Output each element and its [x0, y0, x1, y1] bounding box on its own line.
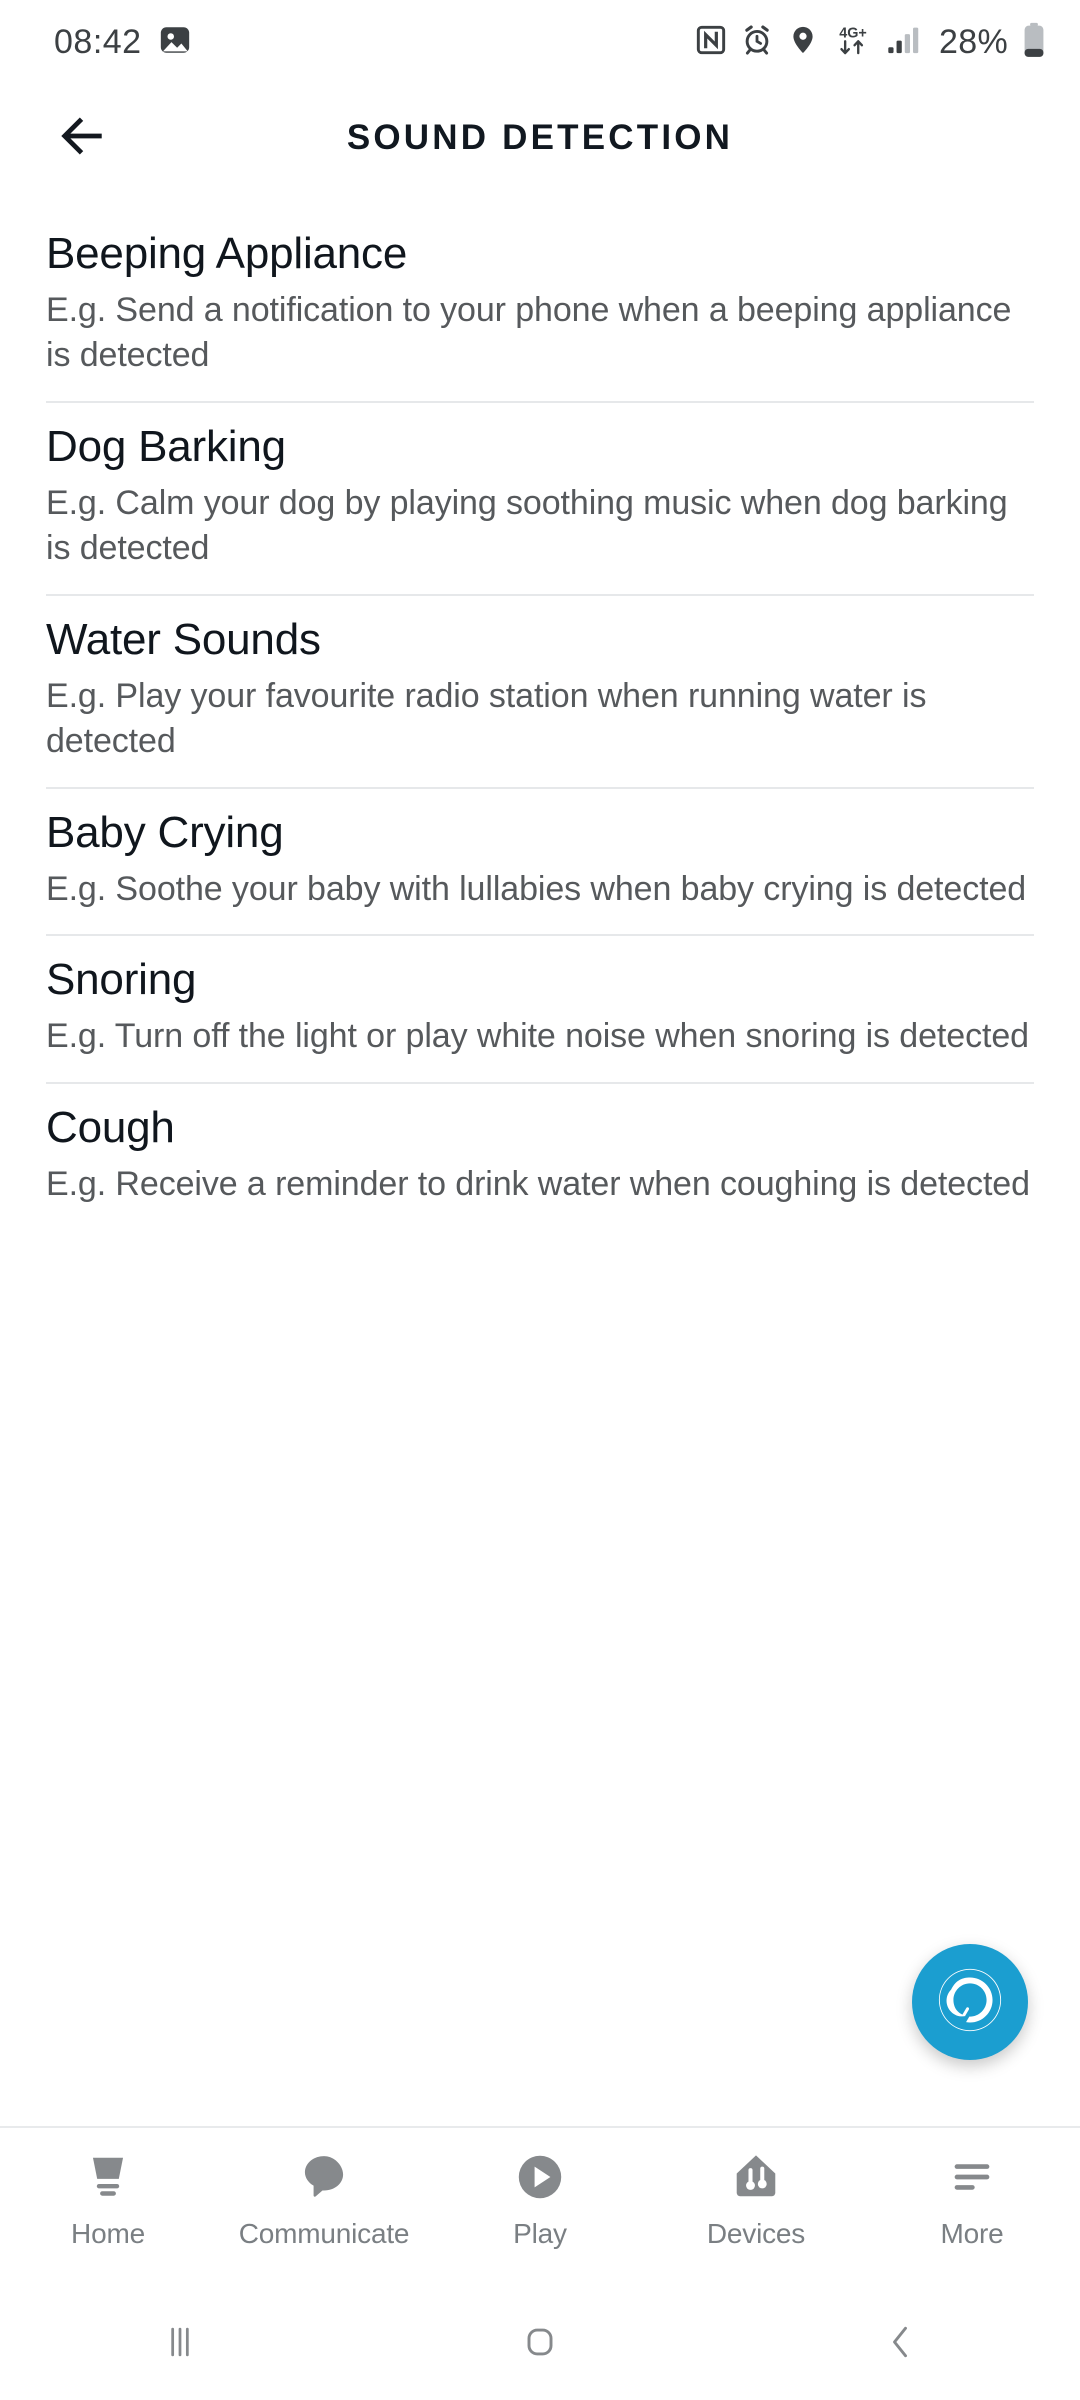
- alarm-icon: [741, 24, 773, 61]
- play-circle-icon: [513, 2146, 567, 2208]
- location-icon: [787, 24, 819, 61]
- nav-item-label: Home: [71, 2218, 145, 2249]
- page-title: SOUND DETECTION: [346, 118, 734, 157]
- nav-item-play[interactable]: Play: [432, 2146, 648, 2250]
- sound-item-description: E.g. Turn off the light or play white no…: [46, 1017, 1029, 1056]
- battery-percent: 28%: [939, 22, 1008, 61]
- app-header: SOUND DETECTION: [0, 84, 1080, 192]
- back-arrow-icon: [56, 110, 108, 167]
- home-echo-icon: [81, 2146, 135, 2208]
- more-lines-icon: [945, 2146, 999, 2208]
- phone-screen: 08:42 4G+ 28% SOUND DETECTION Beeping Ap…: [0, 0, 1080, 2400]
- back-button[interactable]: [46, 102, 118, 174]
- nav-item-more[interactable]: More: [864, 2146, 1080, 2250]
- nfc-icon: [695, 24, 727, 61]
- sound-list-item[interactable]: Cough E.g. Receive a reminder to drink wa…: [0, 1084, 1080, 1229]
- speech-bubble-icon: [297, 2146, 351, 2208]
- sound-list-item[interactable]: Dog Barking E.g. Calm your dog by playing…: [0, 403, 1080, 596]
- sound-item-content: Cough E.g. Receive a reminder to drink wa…: [46, 1084, 1034, 1229]
- sound-item-description: E.g. Send a notification to your phone w…: [46, 290, 1012, 375]
- sound-item-content: Baby Crying E.g. Soothe your baby with lu…: [46, 789, 1034, 934]
- main-content: Beeping Appliance E.g. Send a notificatio…: [0, 192, 1080, 2126]
- system-back-button[interactable]: [720, 2320, 1080, 2369]
- nav-item-label: More: [940, 2218, 1004, 2249]
- system-home-button[interactable]: [360, 2320, 720, 2369]
- sound-item-description: E.g. Calm your dog by playing soothing m…: [46, 483, 1008, 568]
- network-4g-plus-icon: 4G+: [833, 23, 873, 62]
- system-navigation-bar: [0, 2288, 1080, 2400]
- sound-item-content: Beeping Appliance E.g. Send a notificatio…: [46, 210, 1034, 401]
- back-chevron-icon: [878, 2320, 922, 2369]
- sound-item-description: E.g. Soothe your baby with lullabies whe…: [46, 869, 1027, 908]
- sound-item-description: E.g. Play your favourite radio station w…: [46, 676, 927, 761]
- nav-item-label: Devices: [706, 2218, 806, 2249]
- nav-item-devices[interactable]: Devices: [648, 2146, 864, 2250]
- system-recents-button[interactable]: [0, 2320, 360, 2369]
- sound-item-title: Beeping Appliance: [46, 229, 408, 278]
- nav-item-label: Play: [513, 2218, 567, 2249]
- sound-item-content: Dog Barking E.g. Calm your dog by playing…: [46, 403, 1034, 594]
- sound-item-title: Snoring: [46, 955, 197, 1005]
- sound-item-content: Snoring E.g. Turn off the light or play w…: [46, 936, 1034, 1081]
- status-bar-left: 08:42: [54, 23, 192, 62]
- sound-list-item[interactable]: Snoring E.g. Turn off the light or play w…: [0, 936, 1080, 1084]
- sound-list-item[interactable]: Baby Crying E.g. Soothe your baby with lu…: [0, 789, 1080, 937]
- recents-icon: [158, 2320, 202, 2369]
- sound-detection-list: Beeping Appliance E.g. Send a notificatio…: [0, 192, 1080, 1229]
- svg-text:4G+: 4G+: [839, 25, 867, 41]
- bottom-navigation: Home Communicate Play Devices More: [0, 2126, 1080, 2288]
- alexa-icon: [931, 1961, 1009, 2044]
- sound-item-title: Dog Barking: [46, 422, 286, 471]
- sound-item-title: Baby Crying: [46, 808, 284, 857]
- nav-item-communicate[interactable]: Communicate: [216, 2146, 432, 2250]
- sound-item-title: Cough: [46, 1102, 175, 1152]
- nav-item-home[interactable]: Home: [0, 2146, 216, 2250]
- sound-item-content: Water Sounds E.g. Play your favourite rad…: [46, 596, 1034, 787]
- status-time: 08:42: [54, 22, 142, 61]
- image-icon: [158, 23, 192, 62]
- sound-item-title: Water Sounds: [46, 615, 321, 664]
- devices-house-icon: [729, 2146, 783, 2208]
- home-square-icon: [518, 2320, 562, 2369]
- sound-list-item[interactable]: Beeping Appliance E.g. Send a notificatio…: [0, 210, 1080, 403]
- status-bar-right: 4G+ 28%: [695, 22, 1046, 63]
- status-bar: 08:42 4G+ 28%: [0, 0, 1080, 84]
- battery-icon: [1022, 22, 1046, 63]
- sound-item-description: E.g. Receive a reminder to drink water w…: [46, 1164, 1030, 1203]
- alexa-button[interactable]: [912, 1944, 1028, 2060]
- nav-item-label: Communicate: [238, 2218, 410, 2249]
- sound-list-item[interactable]: Water Sounds E.g. Play your favourite rad…: [0, 596, 1080, 789]
- signal-bars-icon: [887, 25, 921, 60]
